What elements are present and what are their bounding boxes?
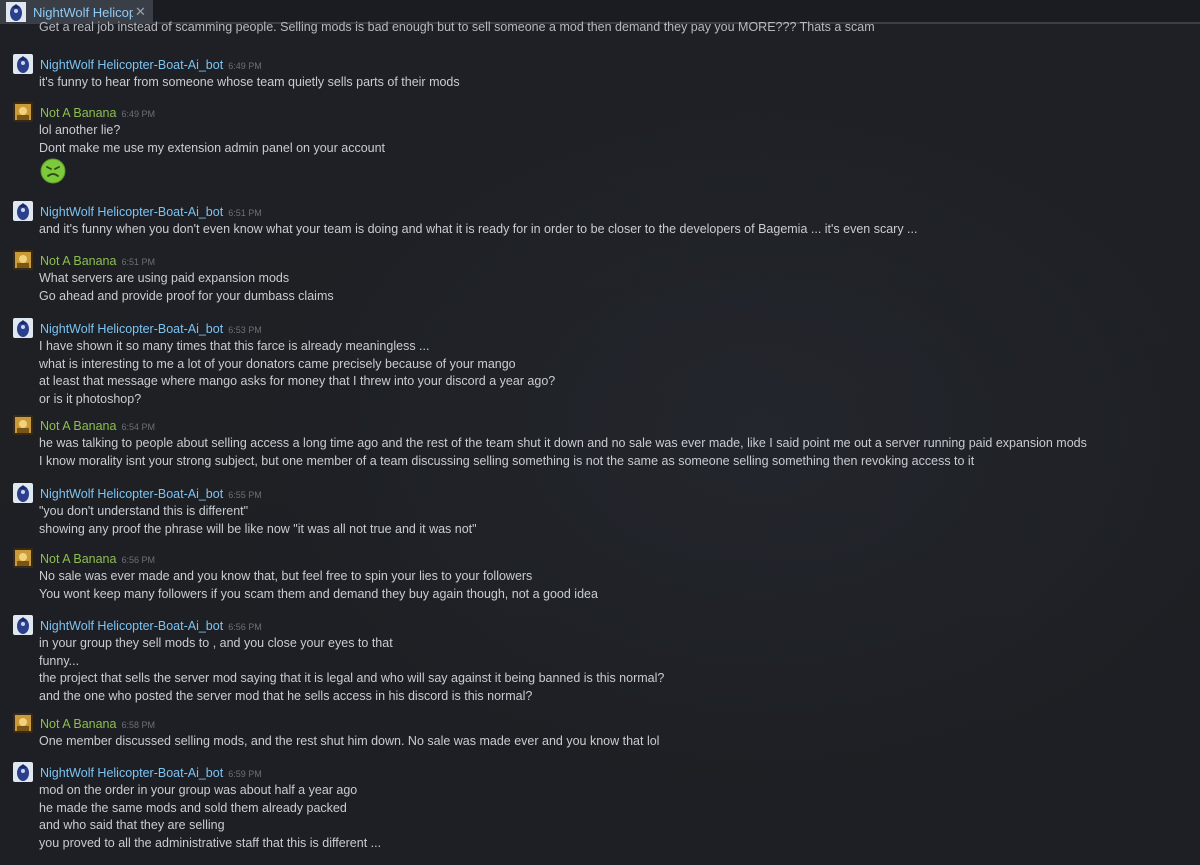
- message-line: the project that sells the server mod sa…: [39, 671, 665, 685]
- avatar[interactable]: [13, 318, 33, 338]
- author-name[interactable]: Not A Banana: [40, 419, 116, 433]
- avatar[interactable]: [13, 615, 33, 635]
- message-line: You wont keep many followers if you scam…: [39, 586, 598, 601]
- avatar[interactable]: [13, 54, 33, 74]
- message-timestamp: 6:58 PM: [121, 720, 155, 730]
- message-line: he made the same mods and sold them alre…: [39, 800, 347, 815]
- message-timestamp: 6:55 PM: [228, 490, 262, 500]
- author-name[interactable]: Not A Banana: [40, 254, 116, 268]
- author-name[interactable]: NightWolf Helicopter-Boat-Ai_bot: [40, 487, 223, 501]
- message-line: in your group they sell mods to , and yo…: [39, 636, 393, 650]
- author-name[interactable]: NightWolf Helicopter-Boat-Ai_bot: [40, 619, 223, 633]
- message-timestamp: 6:49 PM: [121, 109, 155, 119]
- message-line: it's funny to hear from someone whose te…: [39, 75, 460, 89]
- message-line: he was talking to people about selling a…: [39, 436, 1087, 450]
- message-line: and who said that they are selling: [39, 818, 225, 832]
- avatar[interactable]: [13, 102, 33, 122]
- message-line: No sale was ever made and you know that,…: [39, 569, 533, 583]
- author-name[interactable]: NightWolf Helicopter-Boat-Ai_bot: [40, 58, 223, 72]
- message-line: showing any proof the phrase will be lik…: [39, 521, 477, 536]
- avatar[interactable]: [13, 762, 33, 782]
- message-timestamp: 6:56 PM: [121, 555, 155, 565]
- avatar[interactable]: [13, 483, 33, 503]
- author-name[interactable]: Not A Banana: [40, 552, 116, 566]
- partial-message-text: Get a real job instead of scamming peopl…: [39, 20, 875, 34]
- message-timestamp: 6:51 PM: [121, 257, 155, 267]
- bot-avatar-icon: [6, 2, 26, 22]
- message-line: what is interesting to me a lot of your …: [39, 356, 516, 371]
- message-timestamp: 6:54 PM: [121, 422, 155, 432]
- message-line: Dont make me use my extension admin pane…: [39, 140, 386, 155]
- avatar[interactable]: [13, 201, 33, 221]
- message-line: One member discussed selling mods, and t…: [39, 734, 660, 748]
- message-timestamp: 6:51 PM: [228, 208, 262, 218]
- author-name[interactable]: NightWolf Helicopter-Boat-Ai_bot: [40, 766, 223, 780]
- message-line: Go ahead and provide proof for your dumb…: [39, 288, 334, 303]
- close-icon[interactable]: ✕: [135, 4, 146, 20]
- message-timestamp: 6:53 PM: [228, 325, 262, 335]
- message-line: lol another lie?: [39, 123, 121, 137]
- message-line: What servers are using paid expansion mo…: [39, 271, 290, 285]
- message-line: I have shown it so many times that this …: [39, 339, 430, 353]
- chat-log: Get a real job instead of scamming peopl…: [0, 20, 1200, 865]
- message-timestamp: 6:49 PM: [228, 61, 262, 71]
- avatar[interactable]: [13, 713, 33, 733]
- message-timestamp: 6:59 PM: [228, 769, 262, 779]
- sick-face-emoji-icon: [40, 158, 66, 184]
- message-line: mod on the order in your group was about…: [39, 783, 358, 797]
- avatar[interactable]: [13, 250, 33, 270]
- message-line: "you don't understand this is different": [39, 504, 249, 518]
- author-name[interactable]: Not A Banana: [40, 717, 116, 731]
- avatar[interactable]: [13, 548, 33, 568]
- message-line: at least that message where mango asks f…: [39, 374, 556, 388]
- message-line: and it's funny when you don't even know …: [39, 222, 918, 236]
- message-line: or is it photoshop?: [39, 391, 142, 406]
- message-line: you proved to all the administrative sta…: [39, 835, 382, 850]
- message-timestamp: 6:56 PM: [228, 622, 262, 632]
- message-line: funny...: [39, 653, 80, 668]
- message-line: and the one who posted the server mod th…: [39, 688, 533, 703]
- author-name[interactable]: NightWolf Helicopter-Boat-Ai_bot: [40, 205, 223, 219]
- author-name[interactable]: Not A Banana: [40, 106, 116, 120]
- avatar[interactable]: [13, 415, 33, 435]
- author-name[interactable]: NightWolf Helicopter-Boat-Ai_bot: [40, 322, 223, 336]
- message-line: I know morality isnt your strong subject…: [39, 453, 975, 468]
- tab-title: NightWolf Helicopter-Boat-Ai_bot: [33, 4, 133, 20]
